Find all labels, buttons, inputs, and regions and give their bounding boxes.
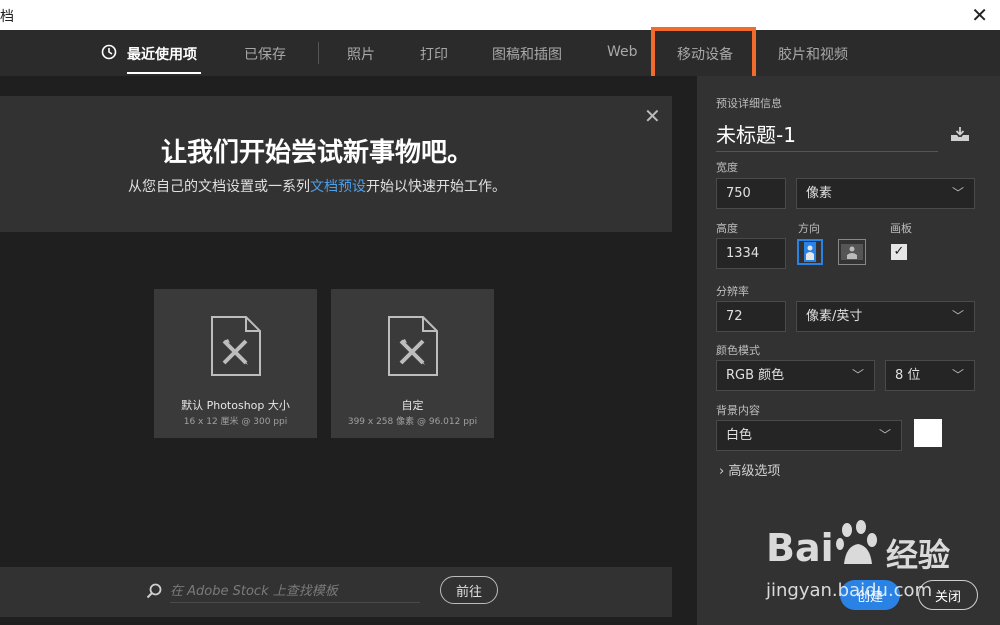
preset-card-default[interactable]: 默认 Photoshop 大小 16 x 12 厘米 @ 300 ppi	[154, 289, 317, 438]
chevron-down-icon: ﹀	[951, 368, 964, 382]
banner-subtitle-before: 从您自己的文档设置或一系列	[128, 179, 310, 195]
bit-depth-select[interactable]: 8 位 ﹀	[885, 360, 975, 391]
go-button[interactable]: 前往	[440, 576, 498, 604]
background-select[interactable]: 白色 ﹀	[716, 420, 902, 451]
welcome-banner: ✕ 让我们开始尝试新事物吧。 从您自己的文档设置或一系列文档预设开始以快速开始工…	[0, 96, 672, 232]
preset-meta: 399 x 258 像素 @ 96.012 ppi	[347, 417, 478, 427]
chevron-down-icon: ﹀	[951, 186, 964, 200]
width-label: 宽度	[716, 161, 738, 174]
document-name-field[interactable]: 未标题-1	[716, 119, 938, 152]
window-title: 档	[0, 9, 14, 25]
bit-depth-value: 8 位	[895, 368, 921, 383]
clock-icon	[101, 44, 117, 60]
preset-name: 自定	[401, 399, 424, 412]
tab-web[interactable]: Web	[607, 44, 638, 60]
watermark-brand-right: 经验	[886, 536, 951, 574]
portrait-button[interactable]	[797, 239, 823, 265]
height-label: 高度	[716, 222, 738, 235]
baidu-paw-logo	[836, 520, 877, 564]
save-preset-icon[interactable]	[950, 126, 970, 142]
background-label: 背景内容	[716, 404, 760, 417]
chevron-down-icon: ﹀	[851, 368, 864, 382]
background-color-swatch[interactable]	[914, 419, 942, 447]
tab-photo[interactable]: 照片	[347, 44, 375, 64]
color-mode-select[interactable]: RGB 颜色 ﹀	[716, 360, 875, 391]
artboard-label: 画板	[890, 222, 912, 235]
window-close-icon[interactable]: ✕	[971, 3, 988, 27]
width-unit-value: 像素	[806, 186, 833, 201]
chevron-down-icon: ﹀	[878, 428, 891, 442]
tab-art-illustration[interactable]: 图稿和插图	[492, 44, 562, 64]
background-value: 白色	[726, 428, 753, 443]
banner-title: 让我们开始尝试新事物吧。	[160, 138, 473, 168]
chevron-right-icon: ›	[719, 464, 725, 479]
artboard-checkbox[interactable]: ✓	[891, 244, 907, 260]
width-input[interactable]: 750	[716, 178, 786, 209]
resolution-unit-select[interactable]: 像素/英寸 ﹀	[796, 301, 975, 332]
color-mode-label: 颜色模式	[716, 344, 760, 357]
tab-divider	[318, 42, 319, 64]
highlight-box	[651, 27, 756, 83]
tab-print[interactable]: 打印	[420, 44, 448, 64]
baidu-jingyan-watermark: Bai 经验 jingyan.baidu.com	[766, 518, 998, 608]
search-icon	[146, 583, 162, 599]
watermark-brand-left: Bai	[766, 526, 834, 570]
document-presets-link[interactable]: 文档预设	[310, 179, 366, 195]
orientation-label: 方向	[798, 222, 820, 235]
width-unit-select[interactable]: 像素 ﹀	[796, 178, 975, 209]
advanced-options-label: 高级选项	[728, 464, 781, 479]
preset-tab-bar: 最近使用项 已保存 照片 打印 图稿和插图 Web 移动设备 胶片和视频	[0, 30, 1000, 76]
active-tab-indicator	[127, 72, 201, 74]
portrait-icon	[804, 242, 816, 262]
document-icon	[211, 316, 261, 376]
tab-film-video[interactable]: 胶片和视频	[778, 44, 848, 64]
stock-search-input[interactable]	[170, 580, 420, 603]
tab-saved[interactable]: 已保存	[244, 44, 286, 64]
stock-search-bar: 前往	[0, 567, 672, 617]
resolution-label: 分辨率	[716, 285, 749, 298]
preset-name: 默认 Photoshop 大小	[181, 399, 290, 412]
banner-subtitle-after: 开始以快速开始工作。	[366, 179, 506, 195]
presets-panel: ✕ 让我们开始尝试新事物吧。 从您自己的文档设置或一系列文档预设开始以快速开始工…	[0, 76, 697, 625]
watermark-url: jingyan.baidu.com	[766, 580, 933, 601]
color-mode-value: RGB 颜色	[726, 368, 785, 383]
resolution-input[interactable]: 72	[716, 301, 786, 332]
tab-recent[interactable]: 最近使用项	[127, 44, 197, 64]
advanced-options-toggle[interactable]: › 高级选项	[719, 460, 780, 479]
landscape-button[interactable]	[838, 239, 866, 265]
chevron-down-icon: ﹀	[951, 309, 964, 323]
window-titlebar: 档 ✕	[0, 0, 1000, 30]
banner-subtitle: 从您自己的文档设置或一系列文档预设开始以快速开始工作。	[0, 176, 634, 196]
preset-meta: 16 x 12 厘米 @ 300 ppi	[183, 417, 288, 427]
preset-card-custom[interactable]: 自定 399 x 258 像素 @ 96.012 ppi	[331, 289, 494, 438]
resolution-unit-value: 像素/英寸	[806, 309, 863, 324]
height-input[interactable]: 1334	[716, 238, 786, 269]
preset-details-label: 预设详细信息	[716, 97, 782, 110]
landscape-icon	[841, 244, 863, 260]
document-icon	[388, 316, 438, 376]
banner-close-icon[interactable]: ✕	[644, 104, 661, 128]
